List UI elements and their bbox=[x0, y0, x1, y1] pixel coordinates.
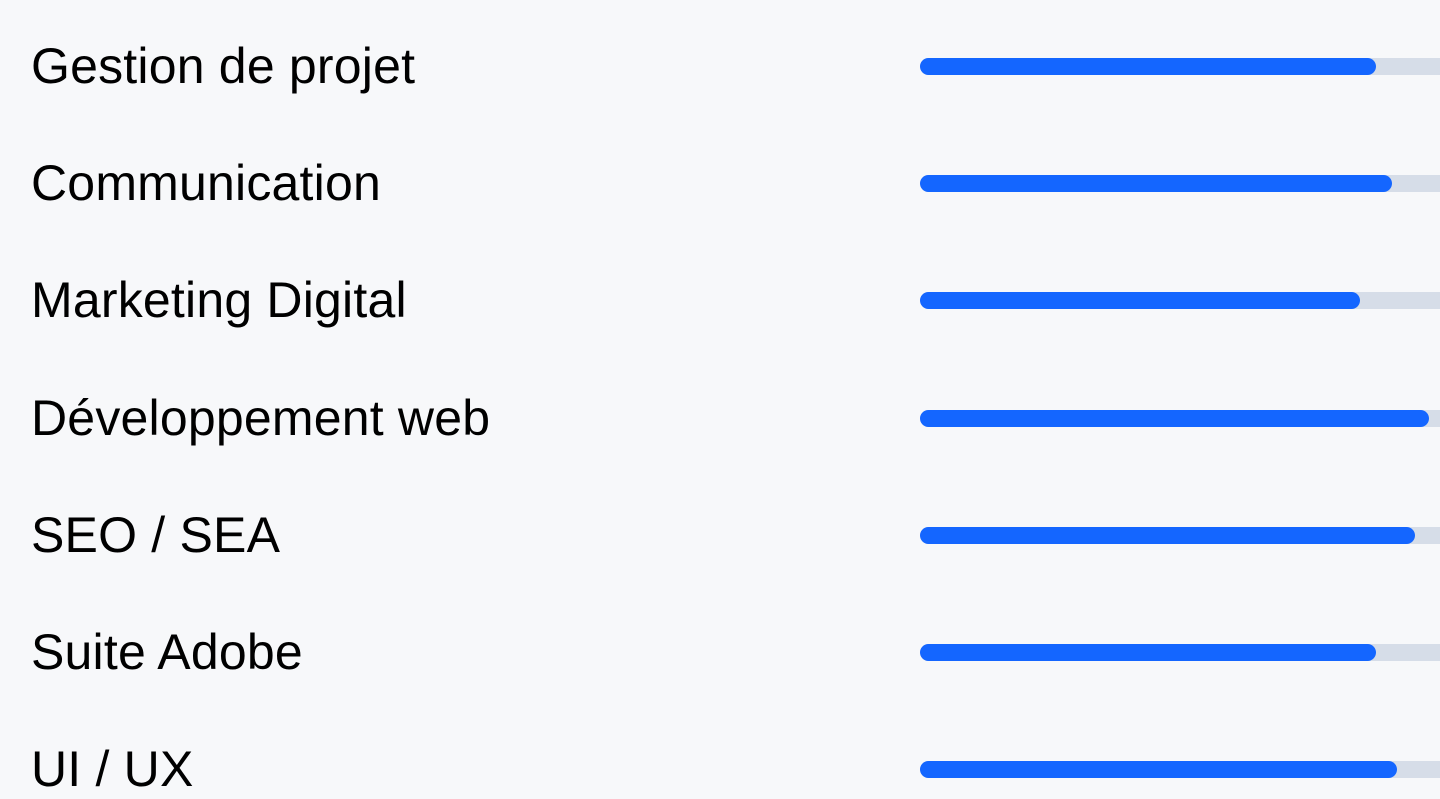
skill-progress-track bbox=[920, 760, 1440, 778]
skill-progress-fill bbox=[920, 526, 1416, 544]
skill-progress-fill bbox=[920, 409, 1430, 427]
skill-label: Marketing Digital bbox=[31, 272, 407, 328]
skills-list: Gestion de projet Communication Marketin… bbox=[0, 0, 1440, 798]
skill-row-developpement-web: Développement web bbox=[0, 388, 1440, 448]
skill-progress-track bbox=[920, 174, 1440, 192]
skill-row-communication: Communication bbox=[0, 153, 1440, 213]
skill-progress-track bbox=[920, 291, 1440, 309]
skill-progress-fill bbox=[920, 57, 1377, 75]
skill-row-gestion-de-projet: Gestion de projet bbox=[0, 36, 1440, 96]
skill-progress-track bbox=[920, 409, 1440, 427]
skill-label: Développement web bbox=[31, 390, 491, 446]
skill-label: Communication bbox=[31, 155, 381, 211]
skill-progress-track bbox=[920, 526, 1440, 544]
skill-progress-track bbox=[920, 57, 1440, 75]
skill-row-marketing-digital: Marketing Digital bbox=[0, 270, 1440, 330]
skill-progress-fill bbox=[920, 760, 1398, 778]
skill-row-ui-ux: UI / UX bbox=[0, 739, 1440, 799]
skill-progress-fill bbox=[920, 643, 1377, 661]
skill-label: UI / UX bbox=[31, 741, 194, 797]
skill-row-suite-adobe: Suite Adobe bbox=[0, 622, 1440, 682]
skill-label: Gestion de projet bbox=[31, 38, 416, 94]
skill-progress-track bbox=[920, 643, 1440, 661]
skill-label: SEO / SEA bbox=[31, 507, 281, 563]
skill-label: Suite Adobe bbox=[31, 624, 303, 680]
skill-progress-fill bbox=[920, 174, 1393, 192]
skill-progress-fill bbox=[920, 291, 1361, 309]
skill-row-seo-sea: SEO / SEA bbox=[0, 505, 1440, 565]
